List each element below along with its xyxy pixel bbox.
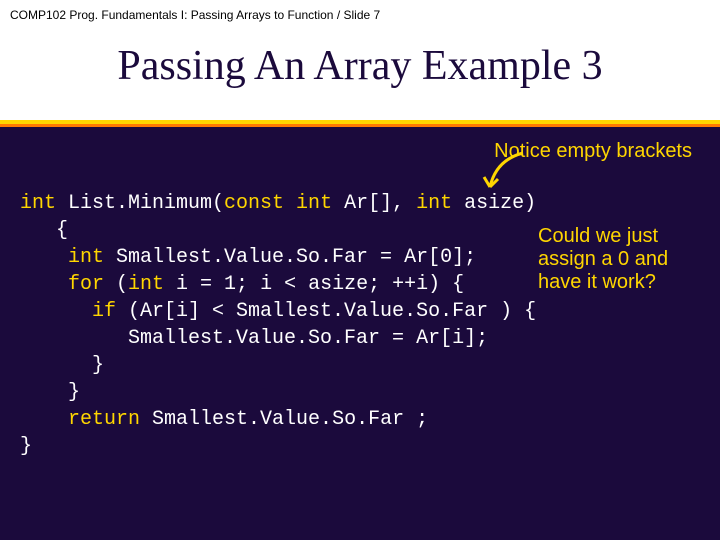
rule-orange [0,124,720,127]
code-kw: const int [224,192,332,215]
code-text: i = 1; i < asize; ++i) { [164,273,464,296]
code-kw: if [20,300,116,323]
code-text: Smallest.Value.So.Far ; [140,408,428,431]
code-text: { [20,219,68,242]
code-kw: int [128,273,164,296]
annotation-assign-zero: Could we just assign a 0 and have it wor… [538,225,698,294]
slide-header: COMP102 Prog. Fundamentals I: Passing Ar… [0,0,720,120]
code-kw: int [416,192,452,215]
code-kw: int [20,246,104,269]
course-line: COMP102 Prog. Fundamentals I: Passing Ar… [10,8,380,22]
annotation-empty-brackets: Notice empty brackets [494,140,692,163]
slide-title: Passing An Array Example 3 [0,42,720,90]
code-text: Ar[], [332,192,416,215]
code-text: Smallest.Value.So.Far = Ar[i]; [20,327,488,350]
code-text: } [20,354,104,377]
code-text: ( [104,273,128,296]
code-text: } [20,435,32,458]
code-text: (Ar[i] < Smallest.Value.So.Far ) { [116,300,536,323]
code-text: } [20,381,80,404]
code-kw: return [20,408,140,431]
code-kw: int [20,192,56,215]
code-kw: for [20,273,104,296]
code-text: asize) [452,192,536,215]
code-block: int List.Minimum(const int Ar[], int asi… [20,190,536,460]
slide: COMP102 Prog. Fundamentals I: Passing Ar… [0,0,720,540]
code-text: Smallest.Value.So.Far = Ar[0]; [104,246,476,269]
code-text: List.Minimum( [56,192,224,215]
